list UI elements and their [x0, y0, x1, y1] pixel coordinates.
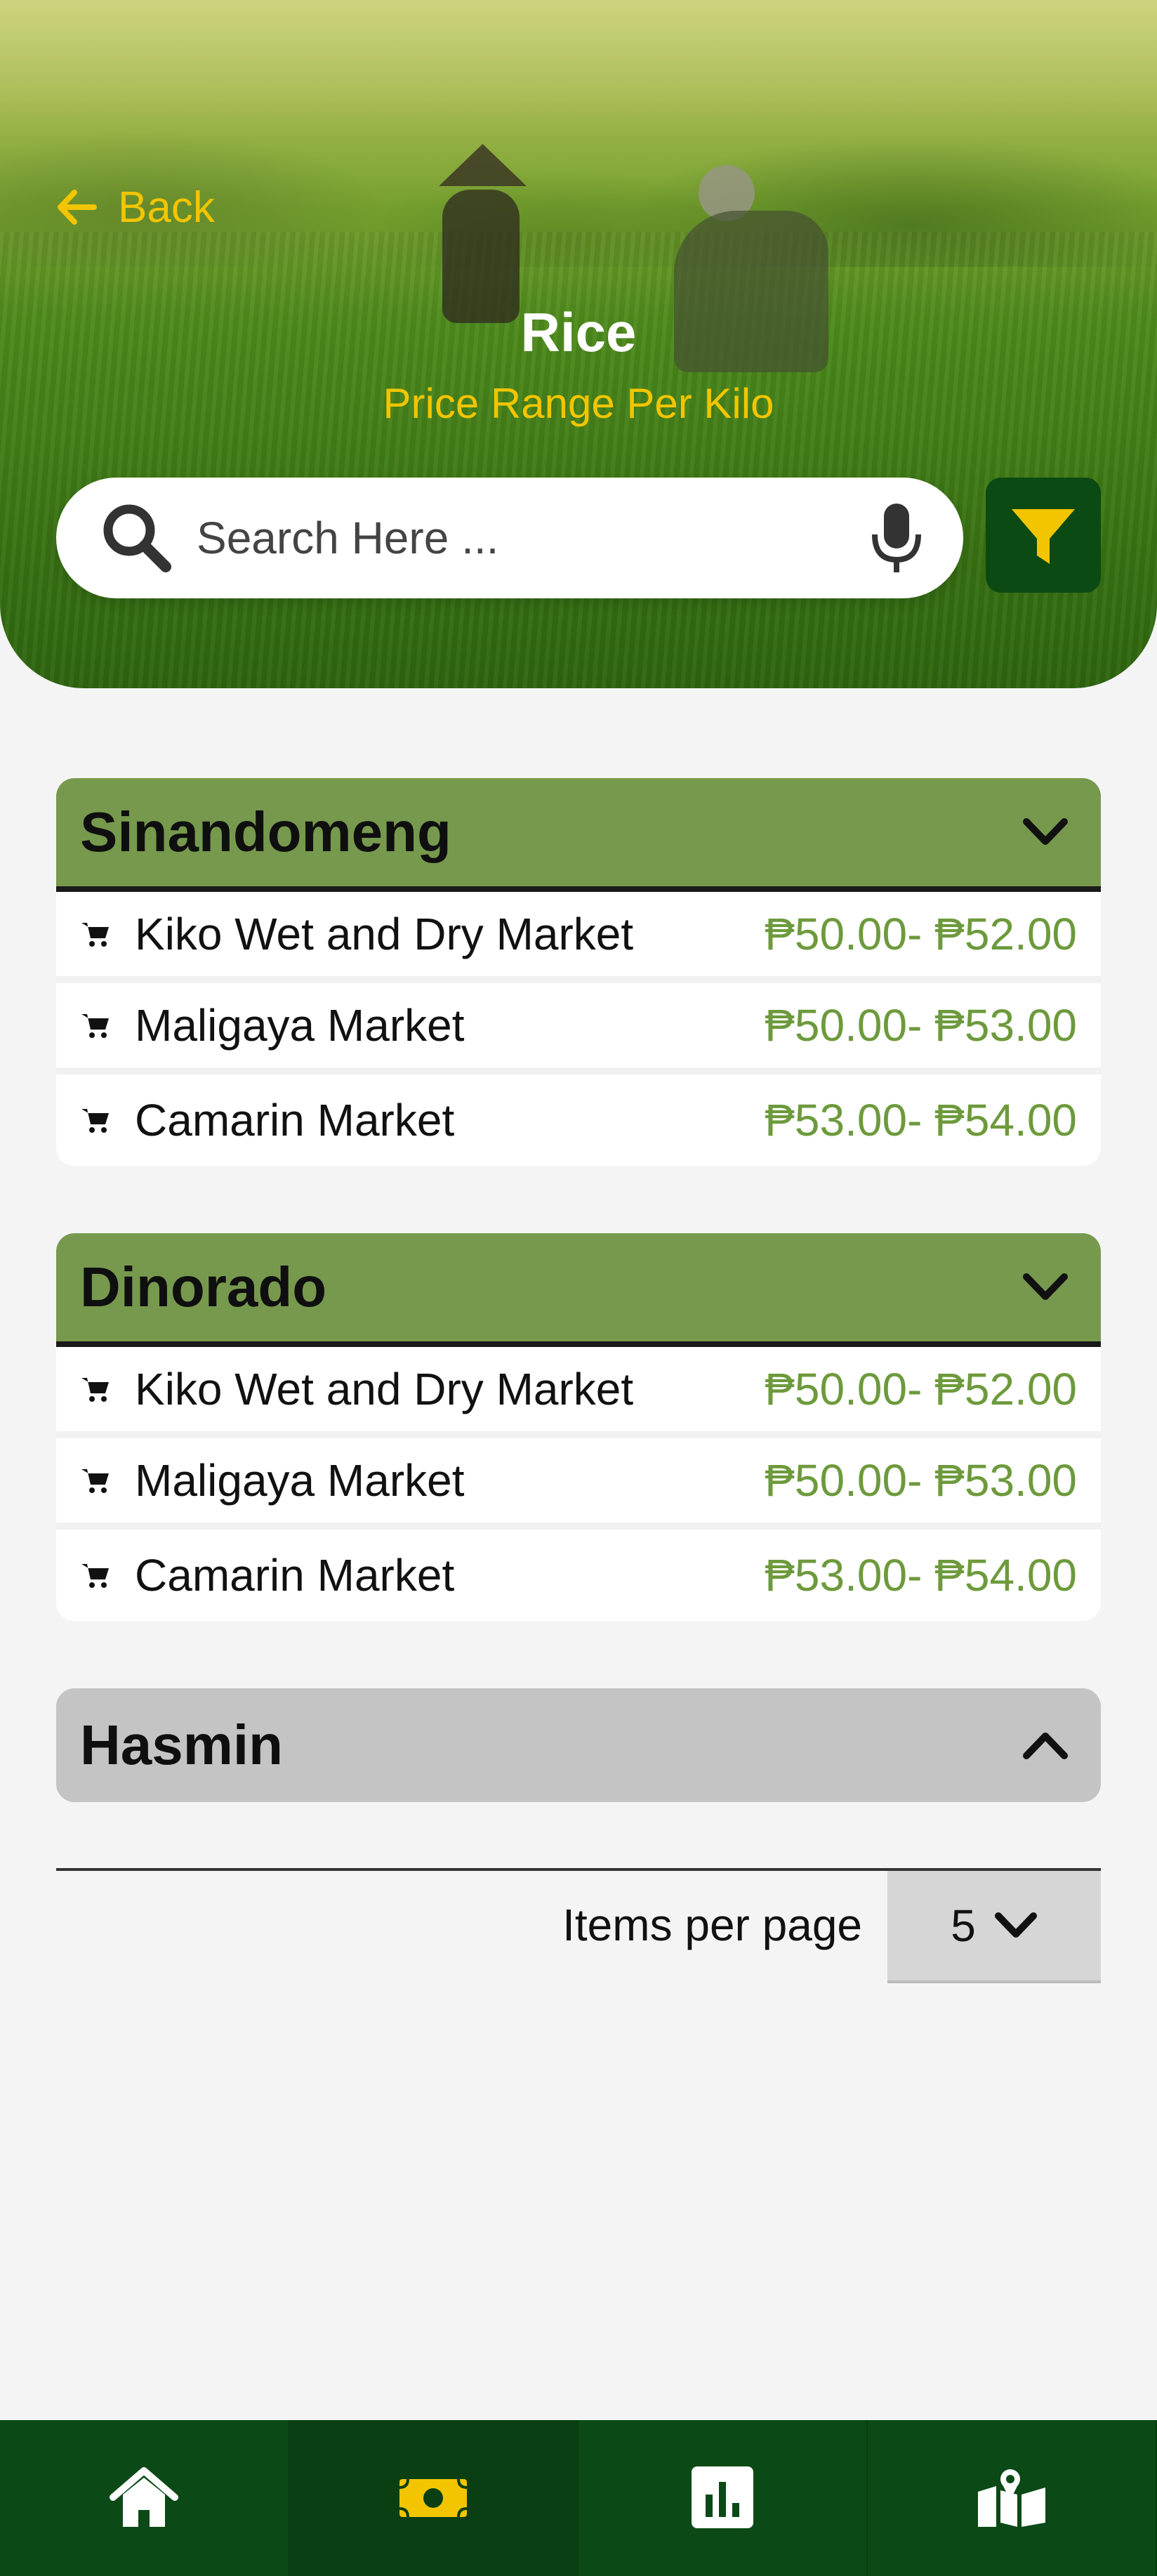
money-icon [399, 2478, 468, 2518]
nav-prices[interactable] [289, 2420, 578, 2576]
items-per-page-select[interactable]: 5 [887, 1871, 1101, 1983]
price-range: ₱50.00- ₱52.00 [765, 909, 1077, 959]
cart-icon [81, 1378, 109, 1402]
items-per-page-value: 5 [951, 1900, 976, 1951]
nav-home[interactable] [0, 2420, 289, 2576]
search-input[interactable] [197, 512, 865, 564]
chevron-up-icon [1023, 1733, 1068, 1759]
group-header[interactable]: Sinandomeng [56, 778, 1101, 892]
page-subtitle: Price Range Per Kilo [383, 380, 774, 427]
market-name: Kiko Wet and Dry Market [135, 1364, 634, 1414]
back-label: Back [118, 183, 215, 232]
microphone-icon[interactable] [865, 499, 928, 577]
market-name: Maligaya Market [135, 1455, 465, 1506]
map-icon [978, 2469, 1045, 2527]
price-range: ₱50.00- ₱52.00 [765, 1364, 1077, 1414]
group-header[interactable]: Hasmin [56, 1688, 1101, 1802]
group-name: Hasmin [80, 1714, 283, 1776]
chevron-down-icon [1023, 818, 1068, 845]
chevron-down-icon [1023, 1273, 1068, 1300]
filter-icon [1012, 509, 1075, 564]
market-name: Camarin Market [135, 1095, 455, 1145]
chart-icon [692, 2466, 753, 2528]
back-button[interactable]: Back [56, 179, 215, 235]
list-item[interactable]: Camarin Market ₱53.00- ₱54.00 [56, 1530, 1101, 1621]
price-group-card: Hasmin [56, 1688, 1101, 1802]
chevron-down-icon [994, 1912, 1037, 1938]
list-item[interactable]: Camarin Market ₱53.00- ₱54.00 [56, 1075, 1101, 1166]
market-name: Kiko Wet and Dry Market [135, 909, 634, 959]
filter-button[interactable] [986, 478, 1101, 593]
items-per-page-label: Items per page [562, 1900, 862, 1950]
market-name: Camarin Market [135, 1550, 455, 1601]
page-title: Rice [520, 301, 637, 363]
cart-icon [81, 1469, 109, 1493]
price-group-card: Sinandomeng Kiko Wet and Dry Market ₱50.… [56, 778, 1101, 1166]
bottom-navigation [0, 2420, 1157, 2576]
pagination-bar: Items per page 5 [56, 1868, 1101, 1983]
nav-map[interactable] [868, 2420, 1157, 2576]
price-range: ₱50.00- ₱53.00 [765, 1000, 1077, 1051]
home-icon [110, 2467, 178, 2527]
market-name: Maligaya Market [135, 1000, 465, 1051]
price-range: ₱53.00- ₱54.00 [765, 1550, 1077, 1601]
price-group-card: Dinorado Kiko Wet and Dry Market ₱50.00-… [56, 1233, 1101, 1621]
cart-icon [81, 1564, 109, 1588]
list-item[interactable]: Kiko Wet and Dry Market ₱50.00- ₱52.00 [56, 892, 1101, 983]
cart-icon [81, 1014, 109, 1038]
nav-statistics[interactable] [578, 2420, 868, 2576]
group-name: Sinandomeng [80, 801, 451, 863]
cart-icon [81, 923, 109, 947]
group-header[interactable]: Dinorado [56, 1233, 1101, 1347]
list-item[interactable]: Kiko Wet and Dry Market ₱50.00- ₱52.00 [56, 1347, 1101, 1438]
cart-icon [81, 1109, 109, 1133]
group-name: Dinorado [80, 1256, 327, 1318]
search-bar [56, 478, 963, 598]
search-icon [103, 504, 171, 572]
price-range: ₱53.00- ₱54.00 [765, 1095, 1077, 1145]
arrow-left-icon [58, 190, 97, 225]
list-item[interactable]: Maligaya Market ₱50.00- ₱53.00 [56, 1438, 1101, 1530]
price-range: ₱50.00- ₱53.00 [765, 1455, 1077, 1506]
list-item[interactable]: Maligaya Market ₱50.00- ₱53.00 [56, 983, 1101, 1075]
